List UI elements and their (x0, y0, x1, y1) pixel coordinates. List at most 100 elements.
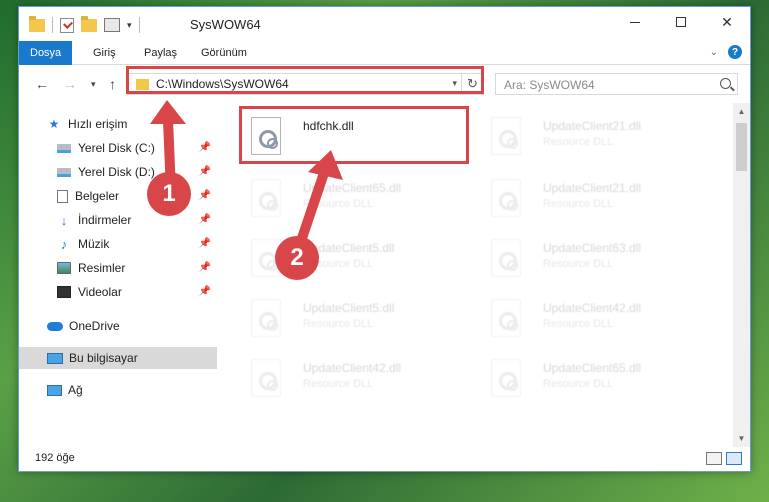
folder-icon (29, 15, 45, 32)
file-type: Resource DLL (303, 318, 374, 330)
ribbon-controls: ⌄ ? (710, 45, 742, 59)
sidebar-item-downloads[interactable]: ↓ İndirmeler 📌 (19, 209, 217, 231)
file-name: UpdateClient65.dll (303, 181, 402, 195)
scrollbar-thumb[interactable] (736, 123, 747, 171)
pin-icon: 📌 (198, 190, 211, 201)
expand-ribbon-icon[interactable]: ⌄ (710, 47, 718, 58)
dll-file-icon (491, 179, 521, 217)
item-count: 192 öğe (35, 452, 75, 464)
file-type: Resource DLL (303, 198, 374, 210)
sidebar-item-this-pc[interactable]: Bu bilgisayar (19, 347, 217, 369)
sidebar-item-quick-access[interactable]: ★ Hızlı erişim (19, 113, 217, 135)
step-2-badge: 2 (275, 236, 319, 280)
tab-gorunum[interactable]: Görünüm (201, 41, 247, 65)
file-name: UpdateClient42.dll (303, 361, 402, 375)
recent-locations-dropdown-icon[interactable]: ▾ (91, 79, 96, 90)
dll-file-icon (491, 239, 521, 277)
dll-file-icon (251, 359, 281, 397)
sidebar-item-label: Belgeler (75, 189, 120, 203)
sidebar-item-label: Bu bilgisayar (69, 351, 138, 365)
file-item[interactable]: UpdateClient65.dll Resource DLL (239, 171, 459, 223)
scroll-up-arrow-icon[interactable]: ▲ (733, 103, 750, 120)
minimize-button[interactable] (612, 7, 658, 37)
file-highlight (239, 106, 469, 164)
scroll-down-arrow-icon[interactable]: ▼ (733, 430, 750, 447)
file-name: UpdateClient63.dll (543, 241, 642, 255)
title-bar: ▾ SysWOW64 ✕ (19, 7, 750, 41)
maximize-icon (676, 17, 686, 27)
file-item[interactable]: UpdateClient42.dll Resource DLL (479, 291, 699, 343)
file-name: UpdateClient21.dll (543, 181, 642, 195)
dll-file-icon (251, 299, 281, 337)
dll-file-icon (491, 117, 521, 155)
tab-dosya[interactable]: Dosya (19, 41, 73, 65)
sidebar-item-label: OneDrive (69, 319, 120, 333)
dll-file-icon (491, 299, 521, 337)
sidebar-item-pictures[interactable]: Resimler 📌 (19, 257, 217, 279)
vertical-scrollbar[interactable]: ▲ ▼ (733, 103, 750, 447)
document-icon (57, 189, 68, 203)
file-type: Resource DLL (543, 258, 614, 270)
drive-icon (57, 167, 71, 177)
dll-file-icon (251, 179, 281, 217)
file-item[interactable]: UpdateClient65.dll Resource DLL (479, 351, 699, 403)
sidebar-item-label: İndirmeler (78, 213, 132, 227)
sidebar-item-label: Müzik (78, 237, 110, 251)
file-item[interactable]: UpdateClient21.dll Resource DLL (479, 171, 699, 223)
sidebar-item-label: Yerel Disk (D:) (78, 165, 155, 179)
details-view-icon[interactable] (706, 452, 722, 465)
sidebar-item-music[interactable]: ♪ Müzik 📌 (19, 233, 217, 255)
properties-check-icon[interactable] (60, 17, 74, 33)
large-icons-view-icon[interactable] (726, 452, 742, 465)
pin-icon: 📌 (198, 262, 211, 273)
help-icon[interactable]: ? (728, 45, 742, 59)
view-options-icon[interactable] (104, 18, 120, 32)
sidebar-item-videos[interactable]: Videolar 📌 (19, 281, 217, 303)
address-bar-highlight (126, 66, 484, 94)
tab-paylas[interactable]: Paylaş (144, 41, 177, 65)
pin-icon: 📌 (198, 238, 211, 249)
ribbon-tabs: Dosya Giriş Paylaş Görünüm ⌄ ? (19, 41, 750, 65)
sidebar-item-label: Resimler (78, 261, 126, 275)
file-item[interactable]: UpdateClient5.dll Resource DLL (239, 291, 459, 343)
forward-arrow-icon[interactable]: → (63, 76, 77, 92)
status-bar: 192 öğe (19, 447, 750, 471)
sidebar-item-label: Yerel Disk (C:) (78, 141, 155, 155)
sidebar-item-label: Ağ (68, 383, 83, 397)
cloud-icon (47, 321, 63, 331)
pin-icon: 📌 (198, 166, 211, 177)
sidebar-item-local-disk-c[interactable]: Yerel Disk (C:) 📌 (19, 137, 217, 159)
file-item[interactable]: UpdateClient21.dll Resource DLL (479, 109, 699, 161)
close-button[interactable]: ✕ (704, 7, 750, 37)
toolbar-separator (52, 17, 53, 33)
customize-toolbar-dropdown-icon[interactable]: ▾ (127, 20, 132, 31)
window-controls: ✕ (612, 7, 750, 37)
window-title: SysWOW64 (190, 17, 261, 32)
back-arrow-icon[interactable]: ← (35, 76, 49, 92)
music-icon: ♪ (60, 236, 68, 252)
maximize-button[interactable] (658, 7, 704, 37)
toolbar-separator (138, 17, 140, 33)
file-item[interactable]: UpdateClient5.dll Resource DLL (239, 231, 459, 283)
star-icon: ★ (48, 117, 60, 131)
search-placeholder: Ara: SysWOW64 (504, 78, 595, 92)
file-type: Resource DLL (303, 378, 374, 390)
file-type: Resource DLL (543, 318, 614, 330)
file-item[interactable]: UpdateClient42.dll Resource DLL (239, 351, 459, 403)
dll-file-icon (491, 359, 521, 397)
pictures-icon (57, 262, 71, 274)
pin-icon: 📌 (198, 214, 211, 225)
file-name: UpdateClient42.dll (543, 301, 642, 315)
file-type: Resource DLL (543, 378, 614, 390)
search-input[interactable]: Ara: SysWOW64 (495, 73, 738, 95)
search-icon[interactable] (720, 78, 731, 89)
up-arrow-icon[interactable]: ↑ (109, 76, 116, 92)
sidebar-item-onedrive[interactable]: OneDrive (19, 315, 217, 337)
sidebar-item-label: Hızlı erişim (68, 117, 128, 131)
sidebar-item-local-disk-d[interactable]: Yerel Disk (D:) 📌 (19, 161, 217, 183)
video-icon (57, 286, 71, 298)
sidebar-item-network[interactable]: Ağ (19, 379, 217, 401)
file-item[interactable]: UpdateClient63.dll Resource DLL (479, 231, 699, 283)
new-folder-icon[interactable] (81, 15, 97, 32)
tab-giris[interactable]: Giriş (93, 41, 116, 65)
